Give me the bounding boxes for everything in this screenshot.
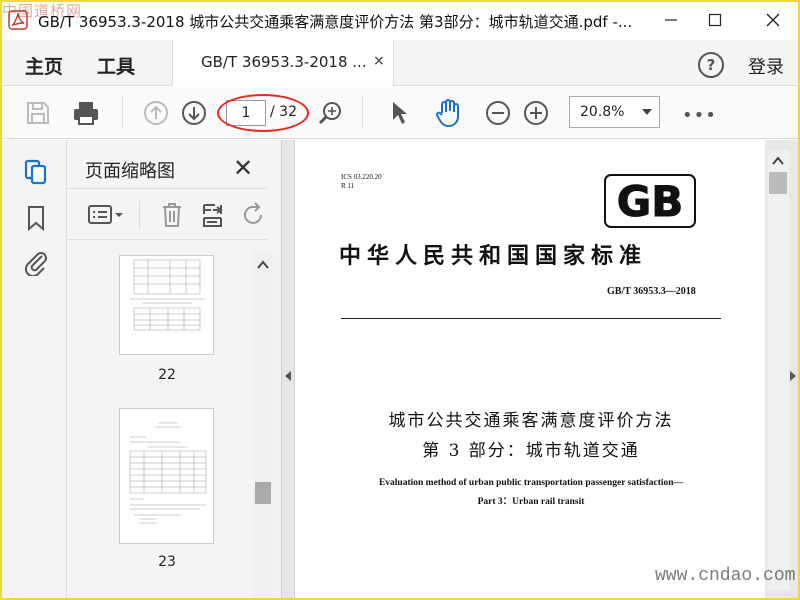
save-icon bbox=[27, 102, 49, 124]
close-icon bbox=[766, 13, 780, 27]
document-tab-label: GB/T 36953.3-2018 ... bbox=[201, 53, 367, 71]
print-icon bbox=[74, 102, 98, 125]
pane-close-icon[interactable]: ✕ bbox=[233, 154, 253, 182]
page-preview bbox=[130, 259, 204, 331]
help-icon[interactable]: ? bbox=[698, 52, 724, 78]
minimize-icon bbox=[665, 19, 677, 21]
paperclip-icon[interactable] bbox=[22, 248, 50, 276]
gb-logo: GB bbox=[604, 174, 696, 228]
zoom-search-icon bbox=[318, 102, 341, 125]
standard-title: 中华人民共和国国家标准 bbox=[339, 243, 648, 269]
english-title-line-2: Part 3：Urban rail transit bbox=[477, 497, 585, 507]
print-button[interactable] bbox=[72, 99, 100, 127]
page-preview bbox=[129, 422, 207, 524]
toolbar: 1 / 32 20.8% ••• bbox=[0, 87, 800, 139]
arrow-up-icon bbox=[144, 101, 168, 125]
chevron-down-icon bbox=[642, 109, 652, 115]
scrollbar-thumb[interactable] bbox=[769, 172, 787, 194]
thumbnail-scrollbar[interactable] bbox=[253, 252, 273, 600]
thumbnail-page-number: 22 bbox=[158, 367, 176, 383]
pane-splitter[interactable] bbox=[281, 140, 295, 600]
collapse-right-icon[interactable] bbox=[789, 370, 797, 382]
maximize-button[interactable] bbox=[690, 0, 740, 40]
window-title: GB/T 36953.3-2018 城市公共交通乘客满意度评价方法 第3部分：城… bbox=[38, 13, 633, 31]
hand-tool-button[interactable] bbox=[434, 99, 462, 128]
bookmark-icon[interactable] bbox=[22, 204, 50, 232]
navigation-rail bbox=[0, 140, 67, 600]
zoom-value: 20.8% bbox=[580, 104, 625, 120]
thumbnails-pane: 页面缩略图 ✕ 22 23 bbox=[67, 140, 281, 600]
gb-logo-text: GB bbox=[617, 177, 684, 226]
standard-number: GB/T 36953.3—2018 bbox=[607, 286, 696, 297]
chinese-title-line-2: 第 3 部分：城市轨道交通 bbox=[422, 441, 640, 461]
ics-code: ICS 03.220.20 bbox=[341, 173, 382, 181]
menu-home[interactable]: 主页 bbox=[25, 52, 63, 79]
collapse-left-icon[interactable] bbox=[284, 370, 292, 382]
toolbar-separator bbox=[362, 97, 363, 129]
more-tools-button[interactable]: ••• bbox=[682, 105, 717, 126]
chevron-up-icon[interactable] bbox=[257, 260, 269, 270]
maximize-icon bbox=[708, 13, 722, 27]
rotate-icon[interactable] bbox=[241, 202, 265, 228]
document-ics: ICS 03.220.20 R 11 bbox=[341, 173, 382, 191]
document-page: ICS 03.220.20 R 11 GB 中华人民共和国国家标准 GB/T 3… bbox=[295, 140, 765, 600]
next-page-button[interactable] bbox=[180, 99, 208, 127]
menu-bar: 主页 工具 GB/T 36953.3-2018 ... × bbox=[0, 40, 800, 86]
delete-icon[interactable] bbox=[161, 202, 183, 228]
select-tool-button[interactable] bbox=[386, 99, 414, 127]
zoom-select[interactable]: 20.8% bbox=[569, 96, 660, 128]
site-watermark: www.cndao.com bbox=[655, 566, 796, 586]
page-thumbnails-icon[interactable] bbox=[22, 158, 50, 186]
scrollbar-thumb[interactable] bbox=[255, 482, 271, 504]
login-button[interactable]: 登录 bbox=[748, 53, 784, 79]
arrow-down-icon bbox=[182, 101, 206, 125]
minimize-button[interactable] bbox=[646, 0, 696, 40]
chevron-up-icon[interactable] bbox=[772, 156, 784, 166]
close-window-button[interactable] bbox=[748, 0, 798, 40]
cursor-arrow-icon bbox=[393, 102, 407, 124]
title-bar: 中国道桥网 GB/T 36953.3-2018 城市公共交通乘客满意度评价方法 … bbox=[0, 0, 800, 40]
annotation-circle bbox=[217, 94, 309, 132]
zoom-out-button[interactable] bbox=[484, 99, 512, 127]
thumbnail-tools bbox=[67, 188, 267, 240]
pane-title: 页面缩略图 bbox=[85, 161, 175, 182]
document-tab[interactable]: GB/T 36953.3-2018 ... × bbox=[172, 40, 394, 86]
zoom-in-icon bbox=[524, 101, 548, 125]
english-title-line-1: Evaluation method of urban public transp… bbox=[378, 478, 684, 488]
header-rule bbox=[341, 318, 721, 319]
tab-close-icon[interactable]: × bbox=[373, 53, 385, 69]
pane-separator bbox=[139, 201, 140, 229]
thumbnail-page[interactable] bbox=[119, 255, 214, 355]
classification-code: R 11 bbox=[341, 182, 355, 190]
thumbnail-options-icon[interactable] bbox=[87, 203, 125, 227]
thumbnail-page[interactable] bbox=[119, 408, 214, 544]
extract-pages-icon[interactable] bbox=[201, 202, 227, 228]
page-search-button[interactable] bbox=[316, 99, 344, 127]
zoom-in-button[interactable] bbox=[522, 99, 550, 127]
hand-icon bbox=[436, 99, 459, 128]
menu-tools[interactable]: 工具 bbox=[97, 52, 135, 79]
thumbnail-page-number: 23 bbox=[158, 554, 176, 570]
save-button[interactable] bbox=[24, 99, 52, 127]
chinese-title-line-1: 城市公共交通乘客满意度评价方法 bbox=[388, 411, 674, 431]
zoom-out-icon bbox=[486, 101, 510, 125]
document-scrollbar[interactable] bbox=[767, 150, 789, 590]
previous-page-button[interactable] bbox=[142, 99, 170, 127]
toolbar-separator bbox=[122, 97, 123, 129]
